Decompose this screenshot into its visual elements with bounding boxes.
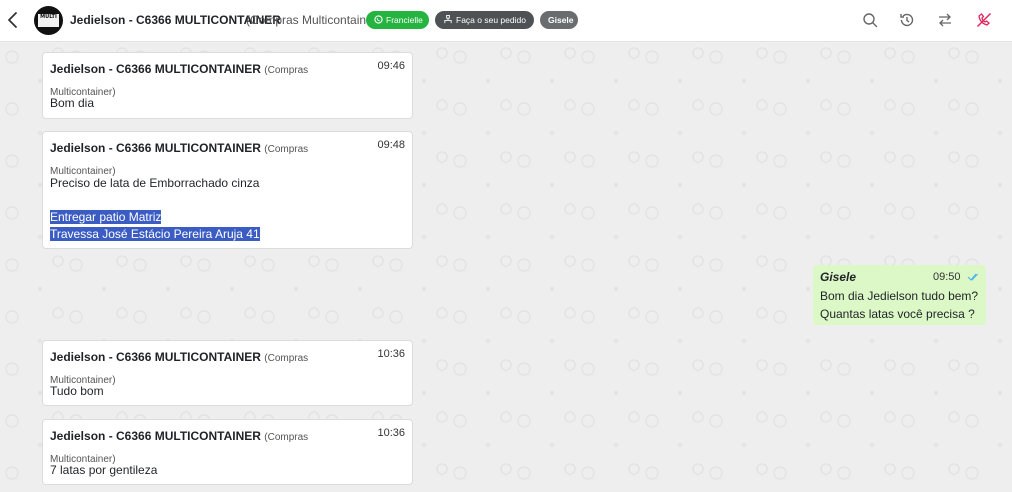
message-bubble[interactable]: Jedielson - C6366 MULTICONTAINER (Compra… — [42, 131, 413, 249]
outgoing-message-bubble[interactable]: Gisele 09:50 Bom dia Jedielson tudo bem?… — [813, 265, 986, 325]
flow-icon — [444, 15, 452, 24]
avatar[interactable]: MULTI — [34, 6, 63, 35]
chat-header: MULTI Jedielson - C6366 MULTICONTAINER (… — [0, 0, 1012, 42]
message-time: 09:50 — [933, 271, 961, 283]
agent-name: Francielle — [386, 15, 423, 25]
message-time: 10:36 — [377, 427, 405, 439]
message-text: Bom dia Jedielson tudo bem? — [820, 289, 979, 303]
message-text: Preciso de lata de Emborrachado cinza — [50, 176, 260, 190]
order-label: Faça o seu pedido — [456, 15, 526, 25]
user-badge[interactable]: Gisele — [540, 11, 578, 29]
message-bubble[interactable]: Jedielson - C6366 MULTICONTAINER (Compra… — [42, 419, 413, 485]
message-text: 7 latas por gentileza — [50, 463, 158, 477]
history-icon[interactable] — [898, 11, 916, 29]
selected-text[interactable]: Entregar patio Matriz — [50, 210, 162, 224]
agent-badge[interactable]: Francielle — [366, 11, 429, 29]
whatsapp-icon — [374, 15, 383, 24]
message-text: Bom dia — [50, 96, 95, 110]
order-button[interactable]: Faça o seu pedido — [435, 11, 534, 29]
message-sender: Jedielson - C6366 MULTICONTAINER (Compra… — [50, 59, 350, 103]
sender-name: Gisele — [820, 270, 857, 284]
sender-name: Jedielson - C6366 MULTICONTAINER — [50, 429, 261, 443]
selected-text[interactable]: Travessa José Estácio Pereira Aruja 41 — [50, 227, 260, 241]
sender-name: Jedielson - C6366 MULTICONTAINER — [50, 62, 261, 76]
message-bubble[interactable]: Jedielson - C6366 MULTICONTAINER (Compra… — [42, 52, 413, 119]
sender-name: Jedielson - C6366 MULTICONTAINER — [50, 350, 261, 364]
search-icon[interactable] — [861, 11, 879, 29]
message-text: Quantas latas você precisa ? — [820, 307, 975, 321]
avatar-logo: MULTI — [38, 14, 59, 27]
message-bubble[interactable]: Jedielson - C6366 MULTICONTAINER (Compra… — [42, 340, 413, 406]
phone-off-icon[interactable] — [975, 11, 993, 29]
message-time: 09:48 — [377, 139, 405, 151]
chat-area[interactable]: Jedielson - C6366 MULTICONTAINER (Compra… — [0, 43, 1012, 492]
message-time: 09:46 — [377, 60, 405, 72]
sender-name: Jedielson - C6366 MULTICONTAINER — [50, 141, 261, 155]
chevron-left-icon[interactable] — [4, 10, 22, 30]
message-time: 10:36 — [377, 348, 405, 360]
message-text: Tudo bom — [50, 384, 104, 398]
transfer-icon[interactable] — [936, 11, 954, 29]
contact-group: (Compras Multicontainer) — [246, 13, 381, 27]
read-receipt-icon — [967, 273, 978, 281]
